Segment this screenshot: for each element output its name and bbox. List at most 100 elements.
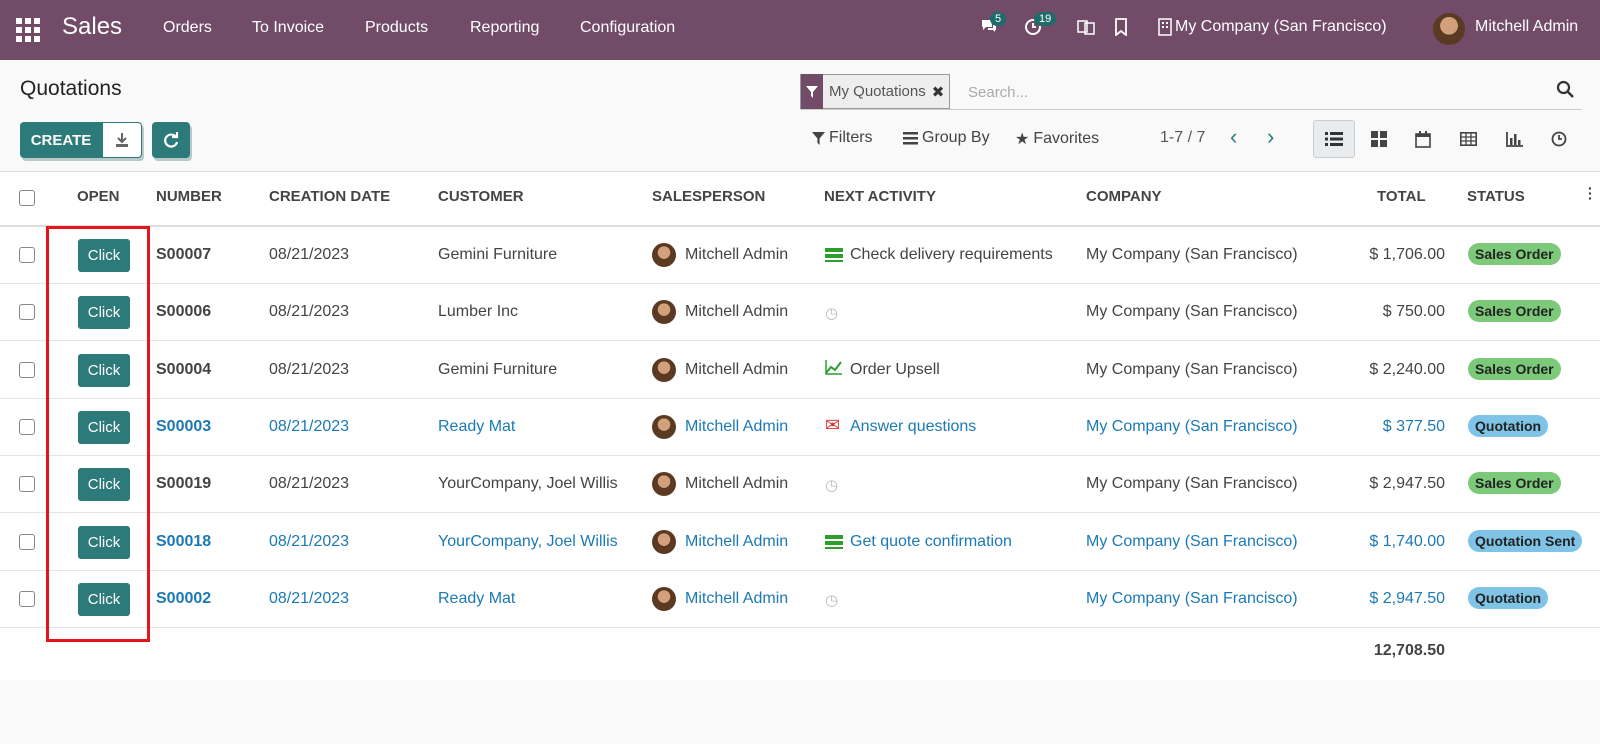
table-row[interactable]: Click S00002 08/21/2023 Ready Mat Mitchell A… [0,571,1600,628]
graph-view-icon[interactable] [1493,120,1535,158]
row-checkbox[interactable] [19,590,35,607]
header-customer[interactable]: Customer [438,188,524,205]
header-number[interactable]: Number [156,188,222,205]
table-row[interactable]: Click S00006 08/21/2023 Lumber Inc Mitchell … [0,284,1600,342]
todo-icon[interactable] [825,248,843,262]
calendar-view-icon[interactable] [1402,120,1444,158]
cell-total: $ 2,947.50 [1369,589,1445,607]
row-checkbox[interactable] [19,361,35,378]
header-open[interactable]: Open [77,188,120,205]
menu-orders[interactable]: Orders [163,19,212,37]
cell-customer: Gemini Furniture [438,360,558,378]
salesperson-avatar [652,243,676,267]
column-options-icon[interactable]: · · · [1588,181,1593,205]
cell-company: My Company (San Francisco) [1086,532,1298,550]
facet-remove-icon[interactable]: ✖ [932,83,950,101]
favorites-button[interactable]: ★ Favorites [1015,129,1099,149]
table-row[interactable]: Click S00019 08/21/2023 YourCompany, Joel W… [0,456,1600,514]
activities-clock-icon[interactable]: 19 [1024,12,1057,41]
cell-creation-date: 08/21/2023 [269,475,350,493]
select-all-checkbox[interactable] [19,190,35,206]
download-button[interactable] [102,122,142,158]
cell-customer: YourCompany, Joel Willis [438,532,618,550]
pager-previous-icon[interactable]: ‹ [1230,124,1237,150]
status-badge: Sales Order [1468,300,1561,323]
apps-menu-icon[interactable] [16,18,42,42]
row-checkbox[interactable] [19,418,35,435]
group-by-button[interactable]: Group By [903,129,990,147]
refresh-button[interactable] [152,122,190,158]
kanban-view-icon[interactable] [1358,120,1400,158]
pager-value[interactable]: 1-7 / 7 [1160,129,1205,147]
bars-icon [903,131,918,144]
pivot-view-icon[interactable] [1447,120,1489,158]
pager-next-icon[interactable]: › [1267,124,1274,150]
header-status[interactable]: Status [1467,188,1525,205]
facet-label: My Quotations [829,83,926,100]
star-icon: ★ [1015,131,1030,148]
cell-creation-date: 08/21/2023 [269,417,350,435]
salesperson-avatar [652,472,676,497]
cell-creation-date: 08/21/2023 [269,303,350,321]
menu-products[interactable]: Products [365,19,428,37]
cell-company: My Company (San Francisco) [1086,246,1298,263]
row-checkbox[interactable] [19,247,35,263]
list-view-icon[interactable] [1313,120,1355,158]
cell-creation-date: 08/21/2023 [269,246,350,263]
header-total[interactable]: Total [1377,188,1426,205]
header-creation-date[interactable]: Creation Date [269,188,390,205]
company-name: My Company (San Francisco) [1175,18,1387,35]
cell-company: My Company (San Francisco) [1086,303,1298,321]
refresh-icon [164,132,179,148]
company-switcher[interactable]: My Company (San Francisco) [1158,18,1387,36]
cell-next-activity: Get quote confirmation [850,532,1012,550]
row-checkbox[interactable] [19,533,35,550]
filters-button[interactable]: Filters [812,129,873,147]
table-row[interactable]: Click S00004 08/21/2023 Gemini Furniture Mit… [0,342,1600,399]
table-row[interactable]: Click S00007 08/21/2023 Gemini Furniture Mit… [0,227,1600,284]
row-checkbox[interactable] [19,476,35,493]
open-button[interactable]: Click [78,468,130,502]
open-button[interactable]: Click [78,239,130,272]
cell-total: $ 750.00 [1382,303,1445,321]
cell-salesperson: Mitchell Admin [685,475,789,493]
table-row[interactable]: Click S00003 08/21/2023 Ready Mat Mitchell A… [0,399,1600,456]
open-button[interactable]: Click [78,296,130,330]
menu-configuration[interactable]: Configuration [580,19,675,37]
header-salesperson[interactable]: Salesperson [652,188,765,205]
upsell-icon[interactable] [825,359,843,375]
table-row[interactable]: Click S00018 08/21/2023 YourCompany, Joel W… [0,514,1600,571]
open-button[interactable]: Click [78,582,130,616]
todo-icon[interactable] [825,534,843,549]
clock-icon[interactable]: ◷ [825,591,843,609]
user-avatar[interactable] [1433,13,1465,45]
open-button[interactable]: Click [78,525,130,559]
cell-creation-date: 08/21/2023 [269,589,350,607]
activity-view-icon[interactable] [1538,120,1580,158]
header-company[interactable]: Company [1086,188,1162,205]
cell-salesperson: Mitchell Admin [685,303,789,321]
app-brand[interactable]: Sales [62,13,122,41]
row-checkbox[interactable] [19,304,35,321]
messages-icon[interactable]: 5 [980,12,1007,39]
cell-number: S00003 [156,417,212,435]
salesperson-avatar [652,414,676,439]
activities-count-badge: 19 [1034,12,1057,26]
menu-to-invoice[interactable]: To Invoice [252,19,324,37]
open-button[interactable]: Click [78,410,130,444]
bookmark-icon[interactable] [1114,18,1128,41]
clock-icon[interactable]: ◷ [825,304,843,322]
header-next-activity[interactable]: Next Activity [824,188,936,205]
open-button[interactable]: Click [78,353,130,387]
status-badge: Sales Order [1468,243,1561,265]
clock-icon[interactable]: ◷ [825,476,843,494]
menu-reporting[interactable]: Reporting [470,19,539,37]
user-name[interactable]: Mitchell Admin [1475,18,1578,36]
mail-icon[interactable]: ✉ [825,415,843,435]
search-icon[interactable] [1556,80,1574,103]
language-icon[interactable] [1077,18,1095,41]
search-input[interactable] [968,80,1528,104]
summary-row: 12,708.50 [0,624,1600,680]
create-button[interactable]: CREATE [20,122,102,158]
search-facet[interactable]: My Quotations ✖ [800,74,951,109]
